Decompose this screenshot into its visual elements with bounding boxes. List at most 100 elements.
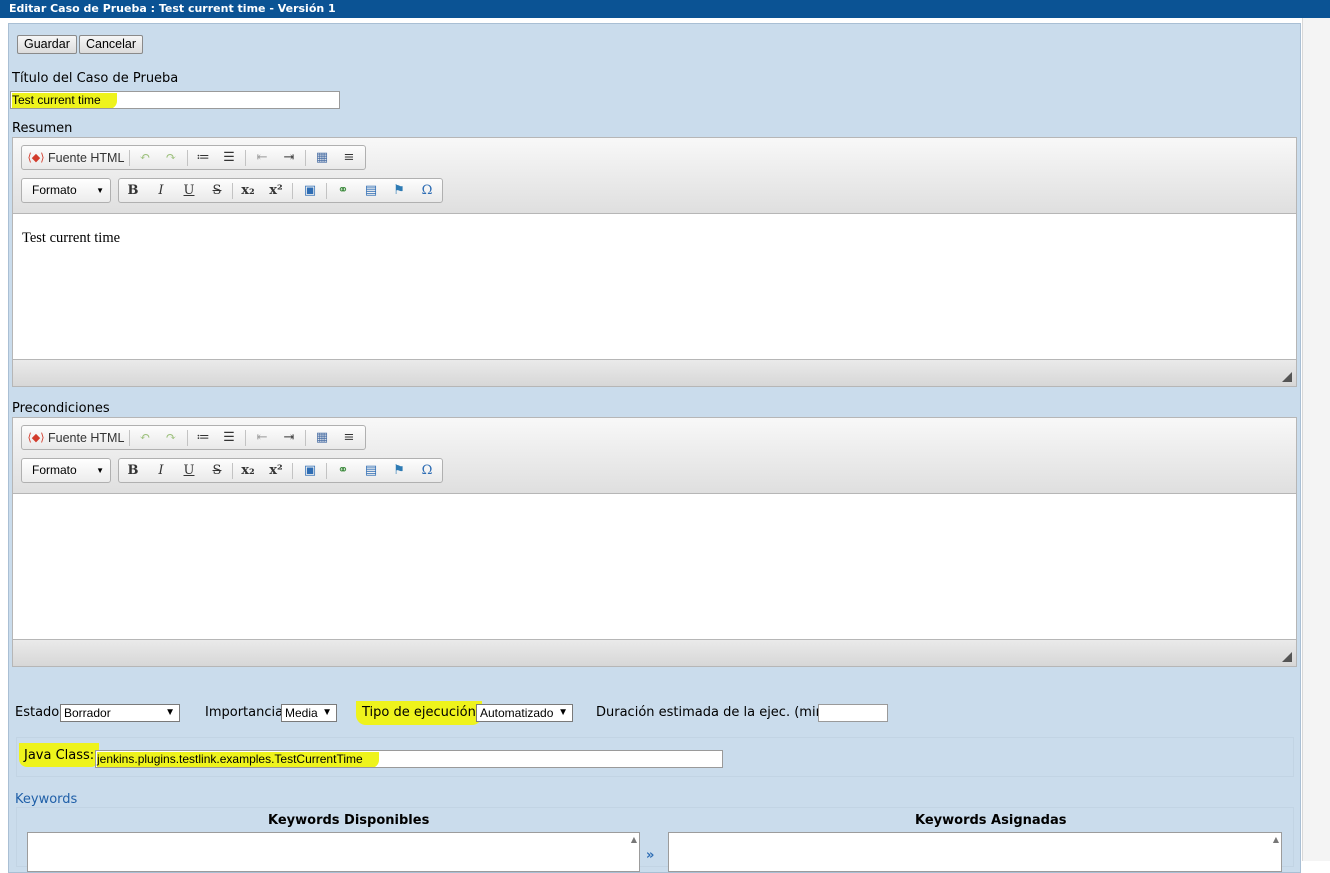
importancia-select[interactable]: Media ▼: [281, 704, 337, 722]
strikethrough-button[interactable]: S: [206, 461, 228, 481]
separator: [129, 430, 130, 446]
duracion-input[interactable]: [818, 704, 888, 722]
title-input-value: Test current time: [12, 93, 117, 108]
title-input[interactable]: Test current time: [10, 91, 340, 109]
available-keywords-list[interactable]: ▲: [27, 832, 640, 872]
image-icon[interactable]: ▣: [299, 461, 321, 481]
dropdown-arrow-icon: ▼: [558, 707, 568, 718]
subscript-button[interactable]: x₂: [237, 461, 259, 481]
source-button[interactable]: Fuente HTML: [48, 151, 124, 165]
numbered-list-icon[interactable]: ≔: [192, 428, 214, 448]
summary-toolbar: ⟨◆⟩ Fuente HTML ↶ ↷ ≔ ☰ ⇤ ⇥ ▦ ≡ Formato …: [13, 138, 1296, 214]
dropdown-arrow-icon: ▼: [322, 707, 332, 718]
importancia-value: Media: [285, 706, 318, 720]
tipo-ejecucion-select[interactable]: Automatizado ▼: [476, 704, 573, 722]
resize-handle-icon[interactable]: [1282, 652, 1292, 662]
toolbar-group-1: ⟨◆⟩ Fuente HTML ↶ ↷ ≔ ☰ ⇤ ⇥ ▦ ≡: [21, 145, 366, 170]
separator: [292, 183, 293, 199]
undo-icon[interactable]: ↶: [134, 428, 156, 448]
java-class-label: Java Class:: [19, 743, 100, 767]
separator: [326, 183, 327, 199]
table-icon[interactable]: ▦: [311, 428, 333, 448]
format-select[interactable]: Formato ▼: [21, 458, 111, 483]
estado-select[interactable]: Borrador ▼: [60, 704, 180, 722]
separator: [187, 430, 188, 446]
summary-content[interactable]: Test current time: [13, 214, 1296, 360]
table-icon[interactable]: ▦: [311, 148, 333, 168]
save-button[interactable]: Guardar: [17, 35, 77, 54]
assigned-keywords-label: Keywords Asignadas: [915, 813, 1067, 828]
redo-icon[interactable]: ↷: [160, 428, 182, 448]
italic-button[interactable]: I: [150, 461, 172, 481]
superscript-button[interactable]: x²: [265, 461, 287, 481]
bold-button[interactable]: B: [122, 461, 144, 481]
indent-icon[interactable]: ⇥: [278, 148, 300, 168]
separator: [305, 430, 306, 446]
horizontal-rule-icon[interactable]: ≡: [338, 148, 360, 168]
source-icon[interactable]: ⟨◆⟩: [25, 148, 47, 168]
window-title: Editar Caso de Prueba : Test current tim…: [0, 0, 1330, 18]
toolbar-group-2: B I U S x₂ x² ▣ ⚭ ▤ ⚑ Ω: [118, 458, 443, 483]
insert-media-icon[interactable]: ▤: [360, 461, 382, 481]
separator: [129, 150, 130, 166]
anchor-flag-icon[interactable]: ⚑: [388, 461, 410, 481]
preconditions-content[interactable]: [13, 494, 1296, 640]
outdent-icon[interactable]: ⇤: [251, 428, 273, 448]
underline-button[interactable]: U: [178, 181, 200, 201]
summary-label: Resumen: [12, 121, 73, 136]
resize-handle-icon[interactable]: [1282, 372, 1292, 382]
bold-button[interactable]: B: [122, 181, 144, 201]
java-class-input[interactable]: jenkins.plugins.testlink.examples.TestCu…: [95, 750, 723, 768]
link-icon[interactable]: ⚭: [332, 461, 354, 481]
right-margin: [1302, 18, 1330, 861]
indent-icon[interactable]: ⇥: [278, 428, 300, 448]
cancel-button[interactable]: Cancelar: [79, 35, 144, 54]
format-select-label: Formato: [32, 463, 77, 477]
outdent-icon[interactable]: ⇤: [251, 148, 273, 168]
format-select[interactable]: Formato ▼: [21, 178, 111, 203]
scroll-up-icon[interactable]: ▲: [1273, 835, 1279, 844]
anchor-flag-icon[interactable]: ⚑: [388, 181, 410, 201]
image-icon[interactable]: ▣: [299, 181, 321, 201]
estado-label: Estado: [15, 705, 60, 720]
source-icon[interactable]: ⟨◆⟩: [25, 428, 47, 448]
italic-button[interactable]: I: [150, 181, 172, 201]
subscript-button[interactable]: x₂: [237, 181, 259, 201]
separator: [232, 463, 233, 479]
source-button[interactable]: Fuente HTML: [48, 431, 124, 445]
redo-icon[interactable]: ↷: [160, 148, 182, 168]
numbered-list-icon[interactable]: ≔: [192, 148, 214, 168]
tipo-ejecucion-value: Automatizado: [480, 706, 554, 720]
separator: [245, 150, 246, 166]
keywords-title: Keywords: [15, 792, 78, 807]
separator: [187, 150, 188, 166]
chevron-down-icon: ▼: [96, 186, 104, 195]
link-icon[interactable]: ⚭: [332, 181, 354, 201]
horizontal-rule-icon[interactable]: ≡: [338, 428, 360, 448]
separator: [292, 463, 293, 479]
estado-value: Borrador: [64, 706, 111, 720]
toolbar-group-1: ⟨◆⟩ Fuente HTML ↶ ↷ ≔ ☰ ⇤ ⇥ ▦ ≡: [21, 425, 366, 450]
duracion-label: Duración estimada de la ejec. (min): [596, 705, 829, 720]
scroll-up-icon[interactable]: ▲: [631, 835, 637, 844]
special-char-button[interactable]: Ω: [416, 181, 438, 201]
superscript-button[interactable]: x²: [265, 181, 287, 201]
separator: [245, 430, 246, 446]
preconditions-editor: ⟨◆⟩ Fuente HTML ↶ ↷ ≔ ☰ ⇤ ⇥ ▦ ≡ Formato …: [12, 417, 1297, 667]
summary-editor: ⟨◆⟩ Fuente HTML ↶ ↷ ≔ ☰ ⇤ ⇥ ▦ ≡ Formato …: [12, 137, 1297, 387]
toolbar-group-2: B I U S x₂ x² ▣ ⚭ ▤ ⚑ Ω: [118, 178, 443, 203]
underline-button[interactable]: U: [178, 461, 200, 481]
title-label: Título del Caso de Prueba: [12, 71, 179, 86]
assigned-keywords-list[interactable]: ▲: [668, 832, 1282, 872]
tipo-ejecucion-label: Tipo de ejecución: [356, 701, 482, 725]
available-keywords-label: Keywords Disponibles: [268, 813, 430, 828]
undo-icon[interactable]: ↶: [134, 148, 156, 168]
bulleted-list-icon[interactable]: ☰: [218, 148, 240, 168]
bulleted-list-icon[interactable]: ☰: [218, 428, 240, 448]
importancia-label: Importancia: [205, 705, 284, 720]
insert-media-icon[interactable]: ▤: [360, 181, 382, 201]
separator: [232, 183, 233, 199]
preconditions-label: Precondiciones: [12, 401, 110, 416]
special-char-button[interactable]: Ω: [416, 461, 438, 481]
strikethrough-button[interactable]: S: [206, 181, 228, 201]
